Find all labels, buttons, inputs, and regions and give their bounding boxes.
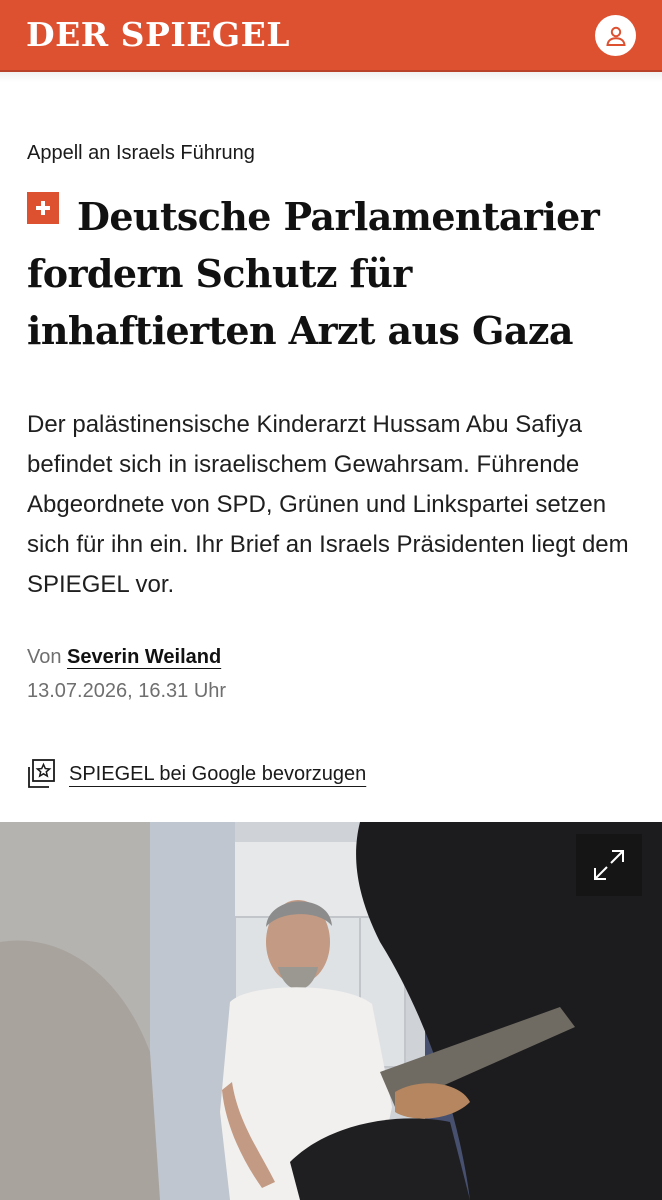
plus-badge-icon: [27, 192, 59, 224]
article-teaser: Der palästinensische Kinderarzt Hussam A…: [27, 411, 629, 598]
google-preference-label: SPIEGEL bei Google bevorzugen: [69, 762, 367, 785]
expand-icon: [594, 850, 624, 880]
article-photo[interactable]: [0, 822, 662, 1200]
site-header: DER SPIEGEL: [0, 0, 662, 72]
user-icon: [605, 26, 626, 46]
publish-date: 13.07.2026, 16.31 Uhr: [27, 680, 227, 702]
account-button[interactable]: [595, 15, 636, 56]
expand-image-button[interactable]: [576, 834, 642, 896]
byline-prefix: Von: [27, 646, 62, 668]
article-page: DER SPIEGEL Appell an Israels Führung De…: [0, 0, 662, 1200]
google-preference-link[interactable]: SPIEGEL bei Google bevorzugen: [27, 757, 366, 791]
article-headline: Deutsche Parlamentarier fordern Schutz f…: [27, 188, 637, 359]
headline-text: Deutsche Parlamentarier fordern Schutz f…: [27, 194, 600, 353]
photo-illustration: [0, 822, 662, 1200]
star-bookmark-icon: [28, 759, 55, 788]
spiegel-logo[interactable]: DER SPIEGEL: [26, 14, 290, 56]
header-divider: [0, 72, 662, 82]
article-kicker: Appell an Israels Führung: [27, 142, 255, 164]
author-link[interactable]: Severin Weiland: [67, 646, 221, 668]
byline: Von Severin Weiland: [27, 643, 221, 671]
